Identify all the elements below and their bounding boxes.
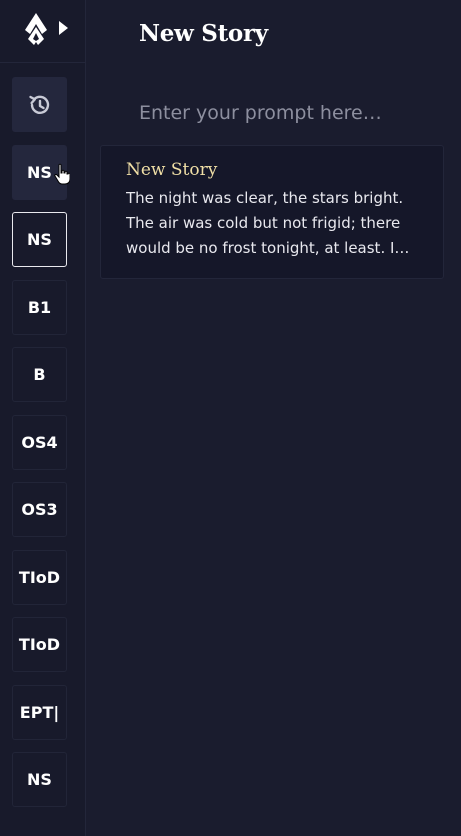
story-button[interactable]: TIoD <box>12 617 67 672</box>
story-button[interactable]: NS <box>12 752 67 807</box>
logo-icon[interactable] <box>24 12 48 46</box>
story-button[interactable]: EPT| <box>12 685 67 740</box>
story-button[interactable]: TIoD <box>12 550 67 605</box>
story-button[interactable]: NS <box>12 212 67 267</box>
story-result-title: New Story <box>126 160 218 180</box>
story-button[interactable]: OS4 <box>12 415 67 470</box>
story-button[interactable]: B <box>12 347 67 402</box>
story-result-excerpt: The night was clear, the stars bright. T… <box>126 189 404 257</box>
story-button[interactable]: B1 <box>12 280 67 335</box>
sidebar-header <box>0 0 86 63</box>
sidebar: NS NS B1 B OS4 OS3 TIoD TIoD EPT| NS <box>0 0 86 836</box>
history-icon <box>28 95 49 114</box>
app-window: NS NS B1 B OS4 OS3 TIoD TIoD EPT| NS New… <box>0 0 461 836</box>
expand-sidebar-icon[interactable] <box>58 20 69 36</box>
page-title: New Story <box>139 20 268 47</box>
prompt-input[interactable] <box>127 96 427 130</box>
story-button[interactable]: OS3 <box>12 482 67 537</box>
story-result-card[interactable]: New Story The night was clear, the stars… <box>100 145 444 279</box>
main-panel: New Story New Story The night was clear,… <box>87 0 461 836</box>
history-button[interactable] <box>12 77 67 132</box>
pointer-cursor-icon <box>54 163 70 185</box>
